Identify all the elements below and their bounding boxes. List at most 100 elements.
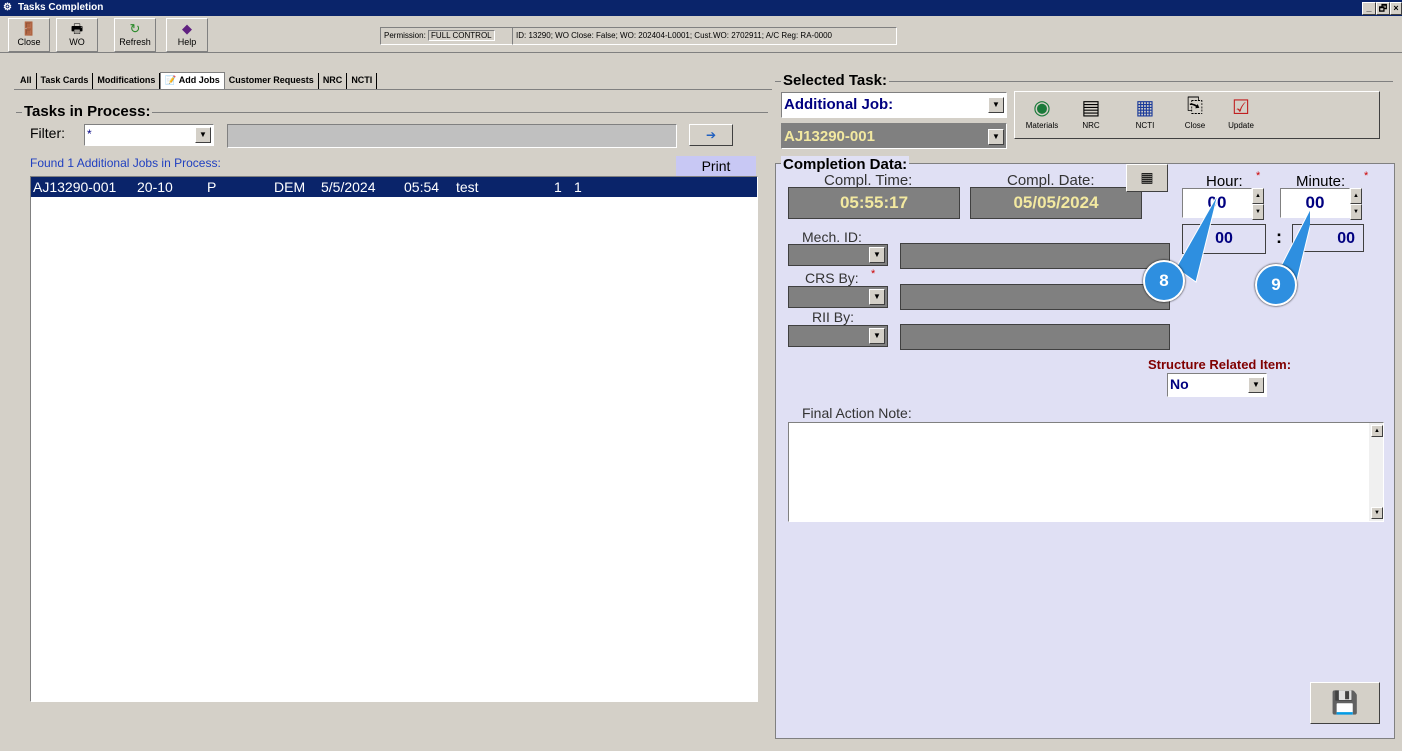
rii-by-combo[interactable]: ▼ — [788, 325, 888, 347]
restore-button[interactable]: 🗗 — [1376, 2, 1390, 15]
edit-note-icon: 📝 — [165, 75, 177, 85]
chevron-down-icon[interactable]: ▼ — [195, 127, 211, 143]
callout-badge-8: 8 — [1143, 260, 1185, 302]
final-action-note-input[interactable]: ▲ ▼ — [788, 422, 1384, 522]
help-button-label: Help — [177, 37, 197, 47]
close-window-button[interactable]: × — [1390, 2, 1402, 15]
row-ata: 20-10 — [137, 179, 173, 195]
save-button[interactable]: 💾 — [1310, 682, 1380, 724]
task-type-value: Additional Job: — [784, 96, 894, 113]
tab-customer-requests[interactable]: Customer Requests — [225, 73, 319, 89]
chevron-down-icon[interactable]: ▼ — [1248, 377, 1264, 393]
compl-time-value: 05:55:17 — [788, 187, 960, 219]
tab-add-jobs[interactable]: 📝 Add Jobs — [160, 72, 225, 89]
task-id-value: AJ13290-001 — [784, 128, 875, 145]
crs-required-mark: * — [871, 268, 876, 280]
filter-combo[interactable]: * ▼ — [84, 124, 214, 146]
structure-related-combo[interactable]: No ▼ — [1167, 373, 1267, 397]
close-task-icon: ⎘ — [1187, 95, 1203, 117]
chevron-down-icon[interactable]: ▼ — [869, 328, 885, 344]
selected-task-title: Selected Task: — [781, 72, 889, 89]
chevron-down-icon[interactable]: ▼ — [869, 247, 885, 263]
title-bar: ⚙ Tasks Completion _ 🗗 × — [0, 0, 1402, 16]
tab-modifications[interactable]: Modifications — [93, 73, 161, 89]
refresh-button-label: Refresh — [119, 37, 151, 47]
grid-icon: ▦ — [1135, 97, 1155, 119]
window-title: Tasks Completion — [18, 2, 104, 13]
apply-filter-button[interactable]: ➔ — [689, 124, 733, 146]
ncti-label: NCTI — [1135, 121, 1155, 130]
row-description: test — [456, 179, 479, 195]
row-status: P — [207, 179, 217, 195]
row-time: 05:54 — [404, 179, 440, 195]
tab-ncti[interactable]: NCTI — [347, 73, 378, 89]
filter-text-field[interactable] — [227, 124, 677, 148]
print-button[interactable]: Print — [676, 156, 756, 176]
task-id-combo[interactable]: AJ13290-001 ▼ — [781, 123, 1007, 149]
minute-required-mark: * — [1364, 170, 1369, 182]
minute-spinner[interactable]: ▲ ▼ — [1350, 188, 1362, 220]
tasks-list: AJ13290-001 20-10 P DEM 5/5/2024 05:54 t… — [30, 176, 758, 702]
tab-nrc[interactable]: NRC — [319, 73, 348, 89]
refresh-button[interactable]: ↻ Refresh — [114, 18, 156, 52]
structure-related-label: Structure Related Item: — [1148, 357, 1292, 372]
crs-by-combo[interactable]: ▼ — [788, 286, 888, 308]
close-task-button[interactable]: ⎘ Close — [1175, 95, 1215, 135]
tab-add-jobs-label: Add Jobs — [178, 75, 220, 85]
tab-all[interactable]: All — [16, 73, 37, 89]
note-scrollbar[interactable]: ▲ ▼ — [1369, 423, 1383, 521]
close-task-label: Close — [1184, 121, 1206, 130]
spin-down-icon[interactable]: ▼ — [1350, 204, 1362, 220]
task-type-combo[interactable]: Additional Job: ▼ — [781, 92, 1007, 118]
spin-up-icon[interactable]: ▲ — [1350, 188, 1362, 204]
row-date: 5/5/2024 — [321, 179, 376, 195]
minimize-button[interactable]: _ — [1362, 2, 1376, 15]
chevron-down-icon[interactable]: ▼ — [869, 289, 885, 305]
mech-id-label: Mech. ID: — [802, 229, 862, 245]
mech-id-combo[interactable]: ▼ — [788, 244, 888, 266]
mech-name-field — [900, 243, 1170, 269]
tab-divider — [14, 89, 772, 90]
crs-by-label: CRS By: — [805, 270, 859, 286]
wo-button[interactable]: 🖶 WO — [56, 18, 98, 52]
wo-button-label: WO — [69, 37, 85, 47]
final-action-note-label: Final Action Note: — [802, 405, 912, 421]
help-button[interactable]: ◆ Help — [166, 18, 208, 52]
ncti-button[interactable]: ▦ NCTI — [1125, 95, 1165, 135]
work-order-info: ID: 13290; WO Close: False; WO: 202404-L… — [512, 27, 897, 45]
chevron-down-icon[interactable]: ▼ — [988, 129, 1004, 145]
tab-task-cards[interactable]: Task Cards — [37, 73, 94, 89]
table-row[interactable]: AJ13290-001 20-10 P DEM 5/5/2024 05:54 t… — [31, 177, 757, 197]
scroll-up-icon[interactable]: ▲ — [1371, 425, 1383, 437]
help-icon: ◆ — [182, 21, 192, 36]
structure-related-value: No — [1170, 376, 1189, 392]
nrc-label: NRC — [1082, 121, 1100, 130]
close-button[interactable]: 🚪 Close — [8, 18, 50, 52]
scroll-down-icon[interactable]: ▼ — [1371, 507, 1383, 519]
rii-name-field — [900, 324, 1170, 350]
tasks-in-process-title: Tasks in Process: — [22, 103, 153, 120]
floppy-disk-icon: 💾 — [1331, 690, 1359, 715]
row-count-a: 1 — [554, 179, 562, 195]
permission-label: Permission: — [384, 31, 426, 40]
hour-required-mark: * — [1256, 170, 1261, 182]
close-button-label: Close — [17, 37, 41, 47]
task-action-bar: ◉ Materials ▤ NRC ▦ NCTI ⎘ Close ☑ Updat… — [1014, 91, 1380, 139]
row-task-id: AJ13290-001 — [33, 179, 117, 195]
row-user: DEM — [274, 179, 306, 195]
nrc-button[interactable]: ▤ NRC — [1071, 95, 1111, 135]
rii-by-label: RII By: — [812, 309, 855, 325]
filter-label: Filter: — [30, 125, 65, 141]
permission-value: FULL CONTROL — [428, 30, 495, 41]
compl-date-value: 05/05/2024 — [970, 187, 1142, 219]
materials-label: Materials — [1025, 121, 1059, 130]
update-label: Update — [1228, 121, 1254, 130]
found-count-text: Found 1 Additional Jobs in Process: — [30, 156, 221, 170]
completion-data-title: Completion Data: — [781, 156, 910, 173]
chevron-down-icon[interactable]: ▼ — [988, 97, 1004, 113]
filter-value: * — [87, 127, 92, 141]
callout-pointer-8 — [1175, 193, 1219, 283]
materials-button[interactable]: ◉ Materials — [1019, 95, 1065, 135]
globe-icon: ◉ — [1033, 97, 1051, 119]
update-button[interactable]: ☑ Update — [1221, 95, 1261, 135]
